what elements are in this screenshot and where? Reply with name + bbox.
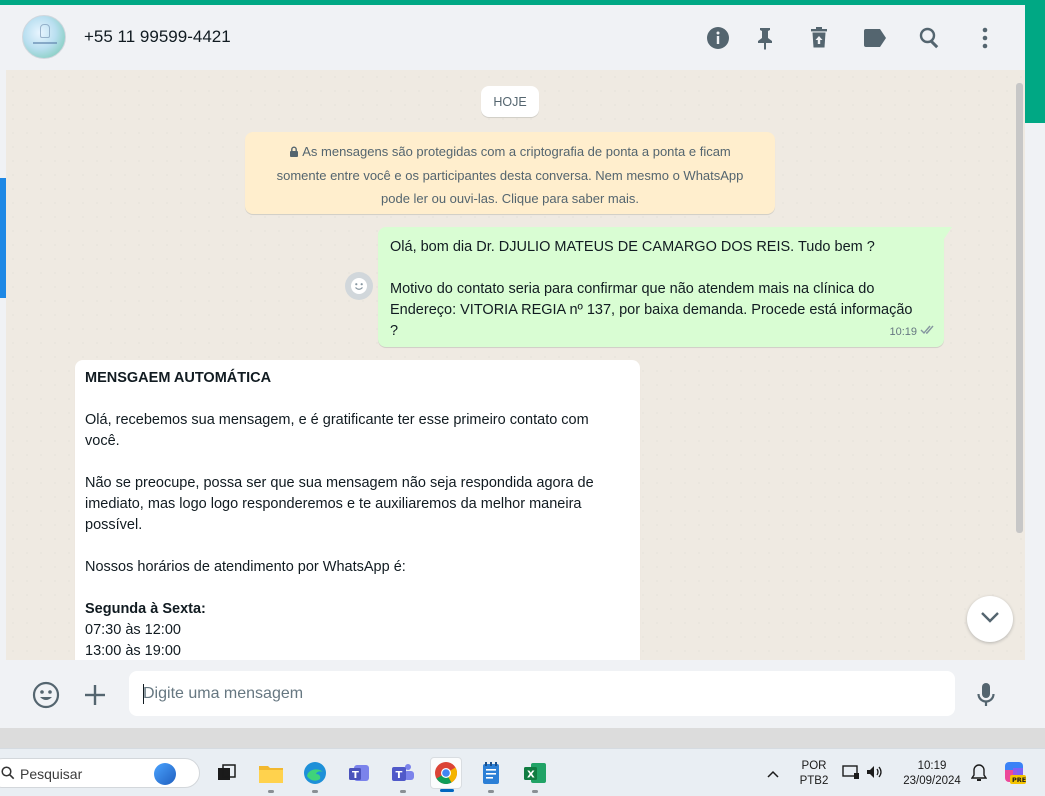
encryption-notice-line2: somente entre você e os participantes de… xyxy=(276,168,744,183)
message-input-field[interactable] xyxy=(129,671,955,716)
date-separator: HOJE xyxy=(481,86,539,117)
message-title: MENSGAEM AUTOMÁTICA xyxy=(85,370,272,386)
avatar-logo-text xyxy=(33,42,57,44)
svg-text:T: T xyxy=(396,770,403,781)
encryption-notice-line3: pode ler ou ouvi-las. Clique para saber … xyxy=(381,191,639,206)
message-text: ? xyxy=(390,323,399,339)
svg-text:T: T xyxy=(352,770,359,781)
double-check-icon xyxy=(920,322,936,343)
emoji-icon[interactable] xyxy=(32,681,60,709)
bubble-tail xyxy=(944,227,952,239)
message-text: Motivo do contato seria para confirmar q… xyxy=(390,281,875,297)
whatsapp-window: +55 11 99599-4421 HOJE As mensagens são … xyxy=(6,5,1025,728)
notification-bell-icon[interactable] xyxy=(970,764,988,787)
microphone-icon[interactable] xyxy=(972,681,1000,709)
copilot-icon[interactable]: PRE xyxy=(1001,760,1027,786)
message-text: Nossos horários de atendimento por Whats… xyxy=(85,559,406,575)
pin-icon[interactable] xyxy=(752,25,778,51)
message-text: Não se preocupe, possa ser que sua mensa… xyxy=(85,475,594,491)
encryption-notice[interactable]: As mensagens são protegidas com a cripto… xyxy=(245,132,775,214)
label-icon[interactable] xyxy=(862,25,888,51)
message-text: possível. xyxy=(85,517,143,533)
volume-icon[interactable] xyxy=(866,764,884,785)
contact-avatar[interactable] xyxy=(22,15,66,59)
menu-icon[interactable] xyxy=(972,25,998,51)
scroll-to-bottom-button[interactable] xyxy=(967,596,1013,642)
message-meta: 10:19 xyxy=(889,322,936,343)
message-text: Endereço: VITORIA REGIA nº 137, por baix… xyxy=(390,302,913,318)
message-text: imediato, mas logo logo responderemos e … xyxy=(85,496,582,512)
attach-plus-icon[interactable] xyxy=(81,681,109,709)
copilot-badge: PRE xyxy=(1012,776,1026,784)
search-highlight-icon xyxy=(154,763,176,785)
language-line1: POR xyxy=(801,760,827,772)
outgoing-message[interactable]: Olá, bom dia Dr. DJULIO MATEUS DE CAMARG… xyxy=(378,227,952,347)
background-green-edge xyxy=(1025,5,1045,123)
search-icon[interactable] xyxy=(917,25,943,51)
message-text: você. xyxy=(85,433,120,449)
chevron-down-icon xyxy=(980,610,1000,628)
clock-date: 23/09/2024 xyxy=(903,775,961,787)
edge-browser-icon[interactable] xyxy=(299,757,331,793)
avatar-logo-mark xyxy=(40,24,50,38)
teams-classic-icon[interactable]: T xyxy=(343,757,375,789)
taskbar-clock[interactable]: 10:19 23/09/2024 xyxy=(896,759,968,789)
chrome-browser-icon[interactable] xyxy=(430,757,462,792)
message-time: 10:19 xyxy=(889,326,917,338)
message-text: Olá, recebemos sua mensagem, e é gratifi… xyxy=(85,412,589,428)
svg-text:X: X xyxy=(527,770,535,781)
task-view-icon[interactable] xyxy=(211,757,243,789)
delete-icon[interactable] xyxy=(806,25,832,51)
schedule-slot: 07:30 às 12:00 xyxy=(85,622,181,638)
composer-bar xyxy=(6,660,1025,728)
chat-header: +55 11 99599-4421 xyxy=(6,5,1025,70)
contact-name[interactable]: +55 11 99599-4421 xyxy=(84,27,231,47)
taskbar-search[interactable]: Pesquisar xyxy=(0,758,200,788)
message-input[interactable] xyxy=(129,671,955,716)
scrollbar[interactable] xyxy=(1016,83,1023,533)
background-right-edge xyxy=(1025,5,1045,728)
encryption-notice-line1: As mensagens são protegidas com a cripto… xyxy=(302,144,731,159)
windows-taskbar: Pesquisar T T X POR PTB2 10:19 23/09/202… xyxy=(0,748,1045,796)
excel-icon[interactable]: X xyxy=(519,757,551,793)
teams-icon[interactable]: T xyxy=(387,757,419,793)
schedule-heading: Segunda à Sexta: xyxy=(85,601,206,617)
lock-icon xyxy=(289,141,299,164)
keyboard-language[interactable]: POR PTB2 xyxy=(796,759,832,789)
language-line2: PTB2 xyxy=(799,775,829,787)
file-explorer-icon[interactable] xyxy=(255,757,287,793)
chevron-up-icon[interactable] xyxy=(766,766,780,784)
info-icon[interactable] xyxy=(705,25,731,51)
clock-time: 10:19 xyxy=(917,760,947,772)
notepad-icon[interactable] xyxy=(475,757,507,793)
schedule-slot: 13:00 às 19:00 xyxy=(85,643,181,659)
message-text: Olá, bom dia Dr. DJULIO MATEUS DE CAMARG… xyxy=(390,239,875,255)
network-icon[interactable] xyxy=(842,764,860,785)
react-emoji-icon[interactable] xyxy=(345,272,373,300)
taskbar-search-label: Pesquisar xyxy=(20,766,83,782)
text-caret xyxy=(143,684,144,704)
search-icon xyxy=(1,766,15,785)
incoming-message[interactable]: MENSGAEM AUTOMÁTICA Olá, recebemos sua m… xyxy=(75,360,640,680)
